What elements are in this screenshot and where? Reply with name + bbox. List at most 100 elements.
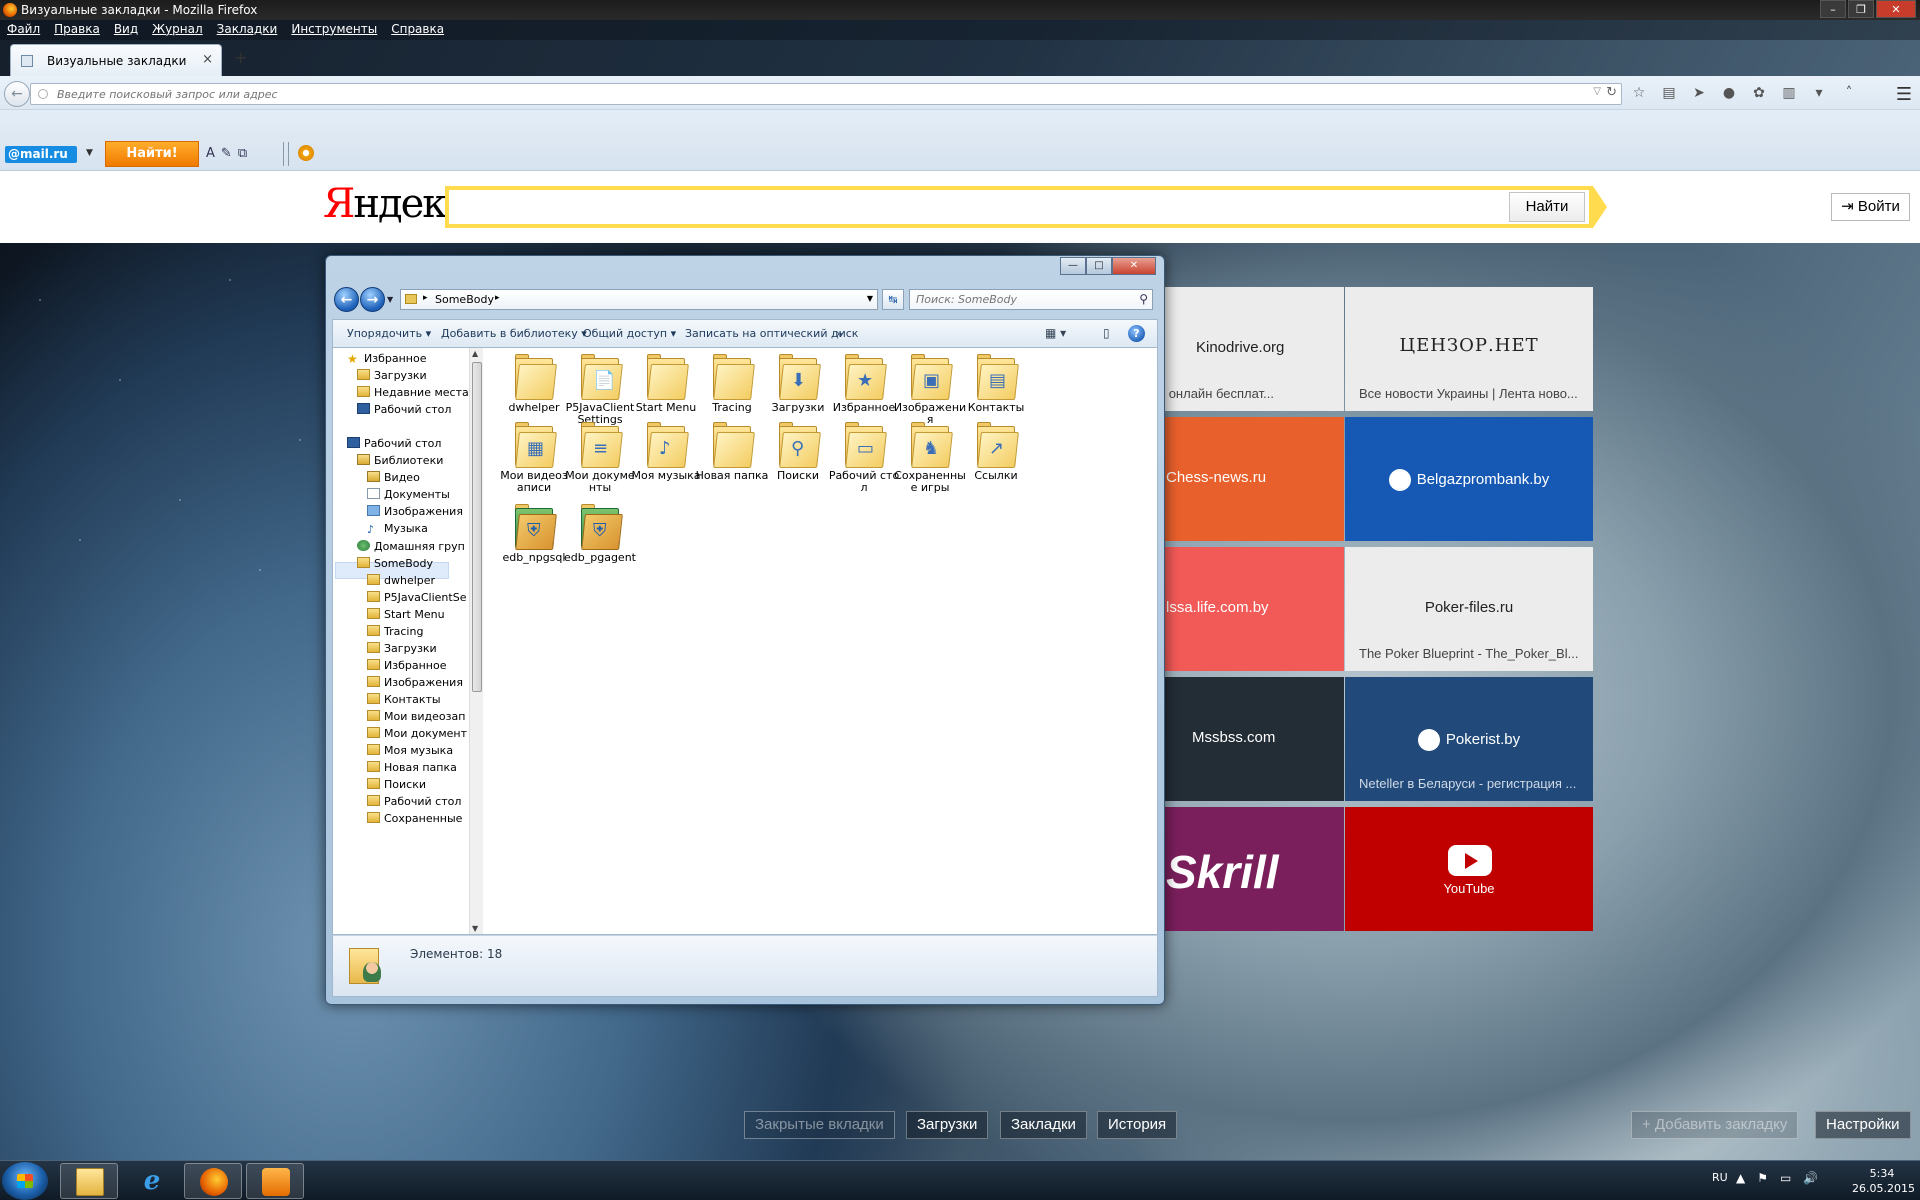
- url-input[interactable]: [57, 86, 1557, 102]
- addon-icon[interactable]: ✿: [1750, 84, 1768, 102]
- settings-gear-icon[interactable]: [298, 145, 314, 161]
- preview-pane-icon[interactable]: ▯: [1103, 326, 1110, 340]
- nav-item[interactable]: Документы: [367, 488, 450, 505]
- nav-item[interactable]: dwhelper: [367, 574, 435, 591]
- highlight-icon[interactable]: ✎: [221, 146, 232, 161]
- taskbar-explorer[interactable]: [60, 1163, 118, 1199]
- explorer-refresh-button[interactable]: ↹: [882, 289, 904, 310]
- send-icon[interactable]: ➤: [1690, 84, 1708, 102]
- share-button[interactable]: Общий доступ ▾: [583, 327, 676, 340]
- action-center-flag-icon[interactable]: ⚑: [1757, 1171, 1768, 1185]
- tile-pokerist[interactable]: Pokerist.by Neteller в Беларуси - регист…: [1345, 677, 1593, 801]
- file-item[interactable]: Новая папка: [695, 420, 769, 482]
- nav-item[interactable]: Сохраненные: [367, 812, 462, 829]
- tab-close-icon[interactable]: ×: [202, 52, 213, 67]
- downloads-button[interactable]: Загрузки: [906, 1111, 989, 1139]
- menu-tools[interactable]: Инструменты: [284, 20, 384, 40]
- explorer-address-bar[interactable]: ▸ SomeBody ▸ ▼: [400, 289, 878, 310]
- nav-item[interactable]: Новая папка: [367, 761, 457, 778]
- closed-tabs-button[interactable]: Закрытые вкладки: [744, 1111, 895, 1139]
- scroll-up-arrow[interactable]: ▲: [472, 349, 478, 358]
- more-commands-button[interactable]: »: [836, 327, 843, 340]
- nav-item[interactable]: Рабочий стол: [347, 437, 441, 454]
- restore-button[interactable]: ❐: [1848, 0, 1874, 18]
- file-item[interactable]: ⚲ Поиски: [761, 420, 835, 482]
- burn-disc-button[interactable]: Записать на оптический диск: [685, 327, 858, 340]
- tile-censor[interactable]: ЦЕНЗОР.НЕТ Все новости Украины | Лента н…: [1345, 287, 1593, 411]
- file-item[interactable]: Tracing: [695, 352, 769, 414]
- mailru-logo[interactable]: @mail.ru: [5, 146, 77, 163]
- menu-hamburger-icon[interactable]: ☰: [1896, 84, 1912, 105]
- address-dropdown-icon[interactable]: ▼: [867, 294, 873, 303]
- reading-list-icon[interactable]: ▤: [1660, 84, 1678, 102]
- yandex-search-button[interactable]: Найти: [1509, 192, 1585, 222]
- language-indicator[interactable]: RU: [1712, 1171, 1728, 1184]
- nav-item[interactable]: ♪ Музыка: [367, 522, 428, 539]
- scroll-up-icon[interactable]: ˄: [1840, 84, 1858, 102]
- nav-item[interactable]: Start Menu: [367, 608, 445, 625]
- breadcrumb-separator[interactable]: ▸: [423, 293, 428, 303]
- search-icon[interactable]: ⚲: [1139, 292, 1148, 306]
- tile-belgazprombank[interactable]: Belgazprombank.by: [1345, 417, 1593, 541]
- bookmarks-button[interactable]: Закладки: [1000, 1111, 1087, 1139]
- add-bookmark-button[interactable]: + Добавить закладку: [1631, 1111, 1799, 1139]
- file-item[interactable]: 📄 P5JavaClientSettings: [563, 352, 637, 426]
- history-button[interactable]: История: [1097, 1111, 1178, 1139]
- url-dropdown-icon[interactable]: ▽: [1593, 86, 1601, 97]
- mailru-dropdown-icon[interactable]: ▼: [86, 148, 93, 158]
- login-button[interactable]: ⇥ Войти: [1831, 193, 1910, 221]
- new-tab-button[interactable]: +: [234, 48, 247, 67]
- nav-item[interactable]: Избранное: [367, 659, 446, 676]
- tile-poker-files[interactable]: Poker-files.ru The Poker Blueprint - The…: [1345, 547, 1593, 671]
- url-bar[interactable]: ▽ ↻: [30, 83, 1622, 105]
- file-item[interactable]: ★ Избранное: [827, 352, 901, 414]
- overflow-dropdown-icon[interactable]: ▾: [1810, 84, 1828, 102]
- screenshot-icon[interactable]: ⧉: [238, 146, 247, 161]
- organize-button[interactable]: Упорядочить ▾: [347, 327, 431, 340]
- close-button[interactable]: ✕: [1876, 0, 1916, 18]
- show-hidden-icons-icon[interactable]: ▲: [1736, 1171, 1745, 1185]
- nav-item[interactable]: Изображения: [367, 676, 463, 693]
- file-item[interactable]: dwhelper: [497, 352, 571, 414]
- start-button[interactable]: [2, 1162, 48, 1200]
- nav-item[interactable]: P5JavaClientSe: [367, 591, 466, 608]
- file-item[interactable]: ⛨ edb_pgagent: [563, 502, 637, 564]
- mailru-find-button[interactable]: Найти!: [105, 141, 199, 167]
- file-item[interactable]: ▦ Мои видеозаписи: [497, 420, 571, 494]
- file-item[interactable]: ♞ Сохраненные игры: [893, 420, 967, 494]
- clock[interactable]: 5:34 26.05.2015: [1852, 1166, 1915, 1196]
- view-options-icon[interactable]: ▦ ▾: [1045, 326, 1066, 340]
- menu-view[interactable]: Вид: [107, 20, 145, 40]
- volume-icon[interactable]: 🔊: [1803, 1171, 1818, 1185]
- menu-history[interactable]: Журнал: [145, 20, 210, 40]
- taskbar-media-player[interactable]: [246, 1163, 304, 1199]
- nav-item[interactable]: Мои документ: [367, 727, 467, 744]
- nav-item[interactable]: Домашняя груп: [357, 540, 465, 557]
- explorer-close-button[interactable]: ✕: [1112, 257, 1156, 275]
- file-item[interactable]: Start Menu: [629, 352, 703, 414]
- explorer-forward-button[interactable]: →: [360, 287, 385, 312]
- explorer-minimize-button[interactable]: —: [1060, 257, 1086, 275]
- nav-item[interactable]: ★ Избранное: [347, 352, 426, 369]
- nav-item[interactable]: Изображения: [367, 505, 463, 522]
- nav-item[interactable]: SomeBody: [357, 557, 433, 574]
- file-item[interactable]: ≡ Мои документы: [563, 420, 637, 494]
- file-item[interactable]: ⛨ edb_npgsql: [497, 502, 571, 564]
- yandex-search-input[interactable]: [451, 192, 1501, 222]
- minimize-button[interactable]: –: [1820, 0, 1846, 18]
- explorer-search-box[interactable]: ⚲: [909, 289, 1153, 310]
- nav-item[interactable]: Рабочий стол: [367, 795, 461, 812]
- reload-icon[interactable]: ↻: [1606, 85, 1617, 100]
- explorer-search-input[interactable]: [916, 293, 1116, 306]
- bookmark-star-icon[interactable]: ☆: [1630, 84, 1648, 102]
- file-item[interactable]: ♪ Моя музыка: [629, 420, 703, 482]
- menu-file[interactable]: Файл: [0, 20, 47, 40]
- nav-item[interactable]: Мои видеозап: [367, 710, 465, 727]
- translate-icon[interactable]: A: [206, 146, 215, 161]
- nav-item[interactable]: Видео: [367, 471, 420, 488]
- nav-item[interactable]: Моя музыка: [367, 744, 453, 761]
- taskbar-ie[interactable]: e: [122, 1163, 180, 1199]
- nav-item[interactable]: Рабочий стол: [357, 403, 451, 420]
- tab-visual-bookmarks[interactable]: Визуальные закладки ×: [10, 44, 222, 76]
- settings-button[interactable]: Настройки: [1815, 1111, 1911, 1139]
